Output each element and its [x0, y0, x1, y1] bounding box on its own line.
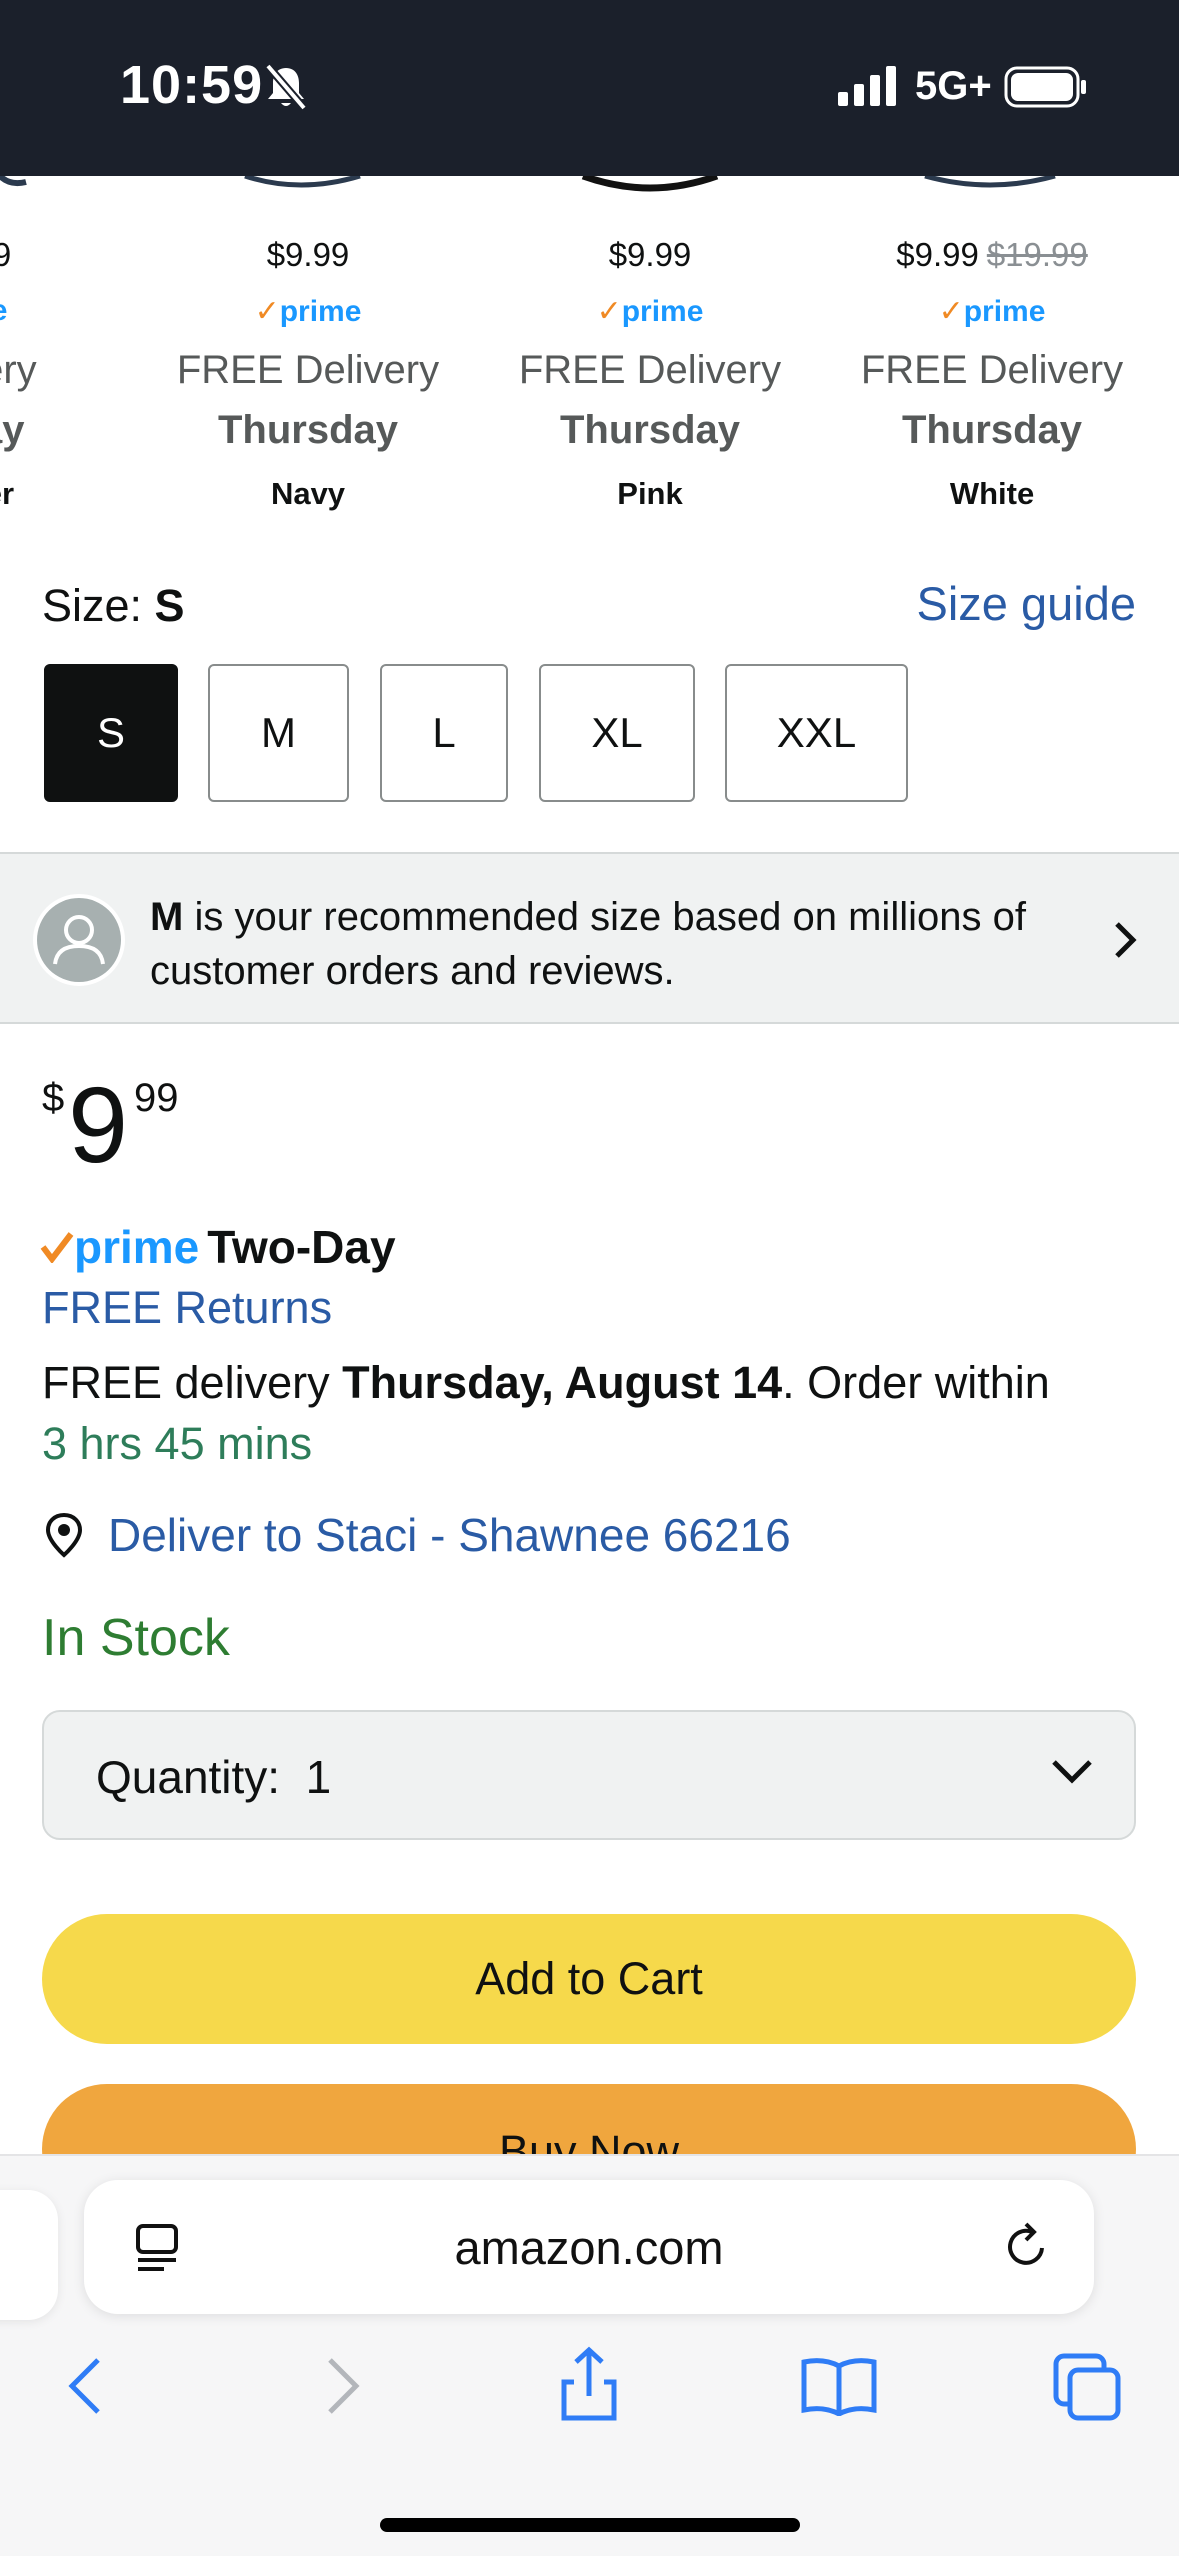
tabs-icon[interactable] [1052, 2352, 1124, 2422]
size-option-m[interactable]: M [208, 664, 349, 802]
size-option-l[interactable]: L [380, 664, 508, 802]
two-day-label: Two-Day [207, 1221, 396, 1273]
prime-logo: ✓prime [938, 295, 1046, 328]
quantity-value: 1 [305, 1751, 332, 1803]
size-label: Size: S [42, 580, 185, 631]
color-option-day: day [0, 408, 25, 452]
back-icon[interactable] [62, 2354, 110, 2418]
size-option-xl[interactable]: XL [539, 664, 695, 802]
color-option-delivery: FREE Delivery [176, 348, 440, 392]
size-option-xxl[interactable]: XXL [725, 664, 908, 802]
battery-icon [1004, 66, 1086, 108]
avatar [33, 894, 125, 986]
home-indicator [380, 2518, 800, 2532]
chevron-right-icon [1115, 922, 1137, 958]
color-option-price: $9.99 [608, 236, 692, 273]
color-option-delivery: FREE Delivery [860, 348, 1124, 392]
prime-logo-text: prime [74, 1221, 200, 1273]
previous-tab-peek[interactable] [0, 2190, 58, 2320]
color-option-price: $9.99 [266, 236, 350, 273]
deliver-to-text: Deliver to Staci - Shawnee 66216 [108, 1509, 791, 1561]
deliver-to-link[interactable]: Deliver to Staci - Shawnee 66216 [42, 1508, 791, 1562]
free-returns-link[interactable]: FREE Returns [42, 1282, 332, 1334]
price-currency: $ [42, 1076, 65, 1120]
color-option-name: der [0, 476, 15, 511]
color-option-day: Thursday [559, 408, 741, 452]
size-recommendation-banner[interactable]: M is your recommended size based on mill… [0, 852, 1179, 1024]
url-text: amazon.com [454, 2221, 724, 2274]
status-bar: 10:59 5G+ [0, 0, 1179, 176]
add-to-cart-button[interactable]: Add to Cart [42, 1914, 1136, 2044]
color-option-name: White [949, 476, 1035, 511]
status-time: 10:59 [120, 55, 264, 115]
quantity-select[interactable]: Quantity: 1 [42, 1710, 1136, 1840]
prime-logo: ne [0, 294, 160, 328]
delivery-info: FREE delivery Thursday, August 14. Order… [42, 1357, 1050, 1469]
stock-status: In Stock [42, 1609, 230, 1667]
price-fraction: 99 [134, 1076, 179, 1120]
cellular-signal-icon [838, 66, 896, 106]
prime-logo: ✓prime [596, 295, 704, 328]
order-countdown: 3 hrs 45 mins [42, 1418, 313, 1469]
price-whole: 9 [68, 1064, 129, 1185]
browser-toolbar: amazon.com [0, 2154, 1179, 2556]
color-option-price: $9.99 $19.99 [896, 236, 1088, 273]
color-option-day: Thursday [217, 408, 399, 452]
reload-icon[interactable] [1002, 2220, 1052, 2272]
color-option-name: Navy [270, 476, 346, 511]
prime-logo: ✓prime [254, 295, 362, 328]
strike-price: $19.99 [986, 236, 1088, 273]
swatch-thumbnail-edges [0, 176, 1056, 192]
color-option-name: Pink [617, 476, 683, 511]
selected-size: S [154, 580, 185, 631]
chevron-down-icon [1052, 1760, 1092, 1784]
share-icon[interactable] [556, 2344, 622, 2424]
forward-icon[interactable] [318, 2354, 366, 2418]
color-option-delivery: FREE Delivery [518, 348, 782, 392]
location-pin-icon [45, 1512, 83, 1558]
address-bar[interactable]: amazon.com [84, 2180, 1094, 2314]
prime-two-day: prime Two-Day [40, 1220, 396, 1274]
bookmarks-icon[interactable] [800, 2356, 878, 2416]
bell-slash-icon [264, 63, 308, 111]
color-option-day: Thursday [901, 408, 1083, 452]
network-type: 5G+ [915, 64, 992, 108]
delivery-date: Thursday, August 14 [342, 1357, 783, 1408]
user-avatar-icon [37, 898, 121, 982]
size-option-s[interactable]: S [44, 664, 178, 802]
prime-check-icon [40, 1232, 74, 1263]
color-option-delivery: livery [0, 348, 37, 392]
quantity-label: Quantity: 1 [96, 1751, 332, 1803]
size-guide-link[interactable]: Size guide [917, 576, 1137, 631]
recommendation-text: M is your recommended size based on mill… [150, 895, 1026, 993]
